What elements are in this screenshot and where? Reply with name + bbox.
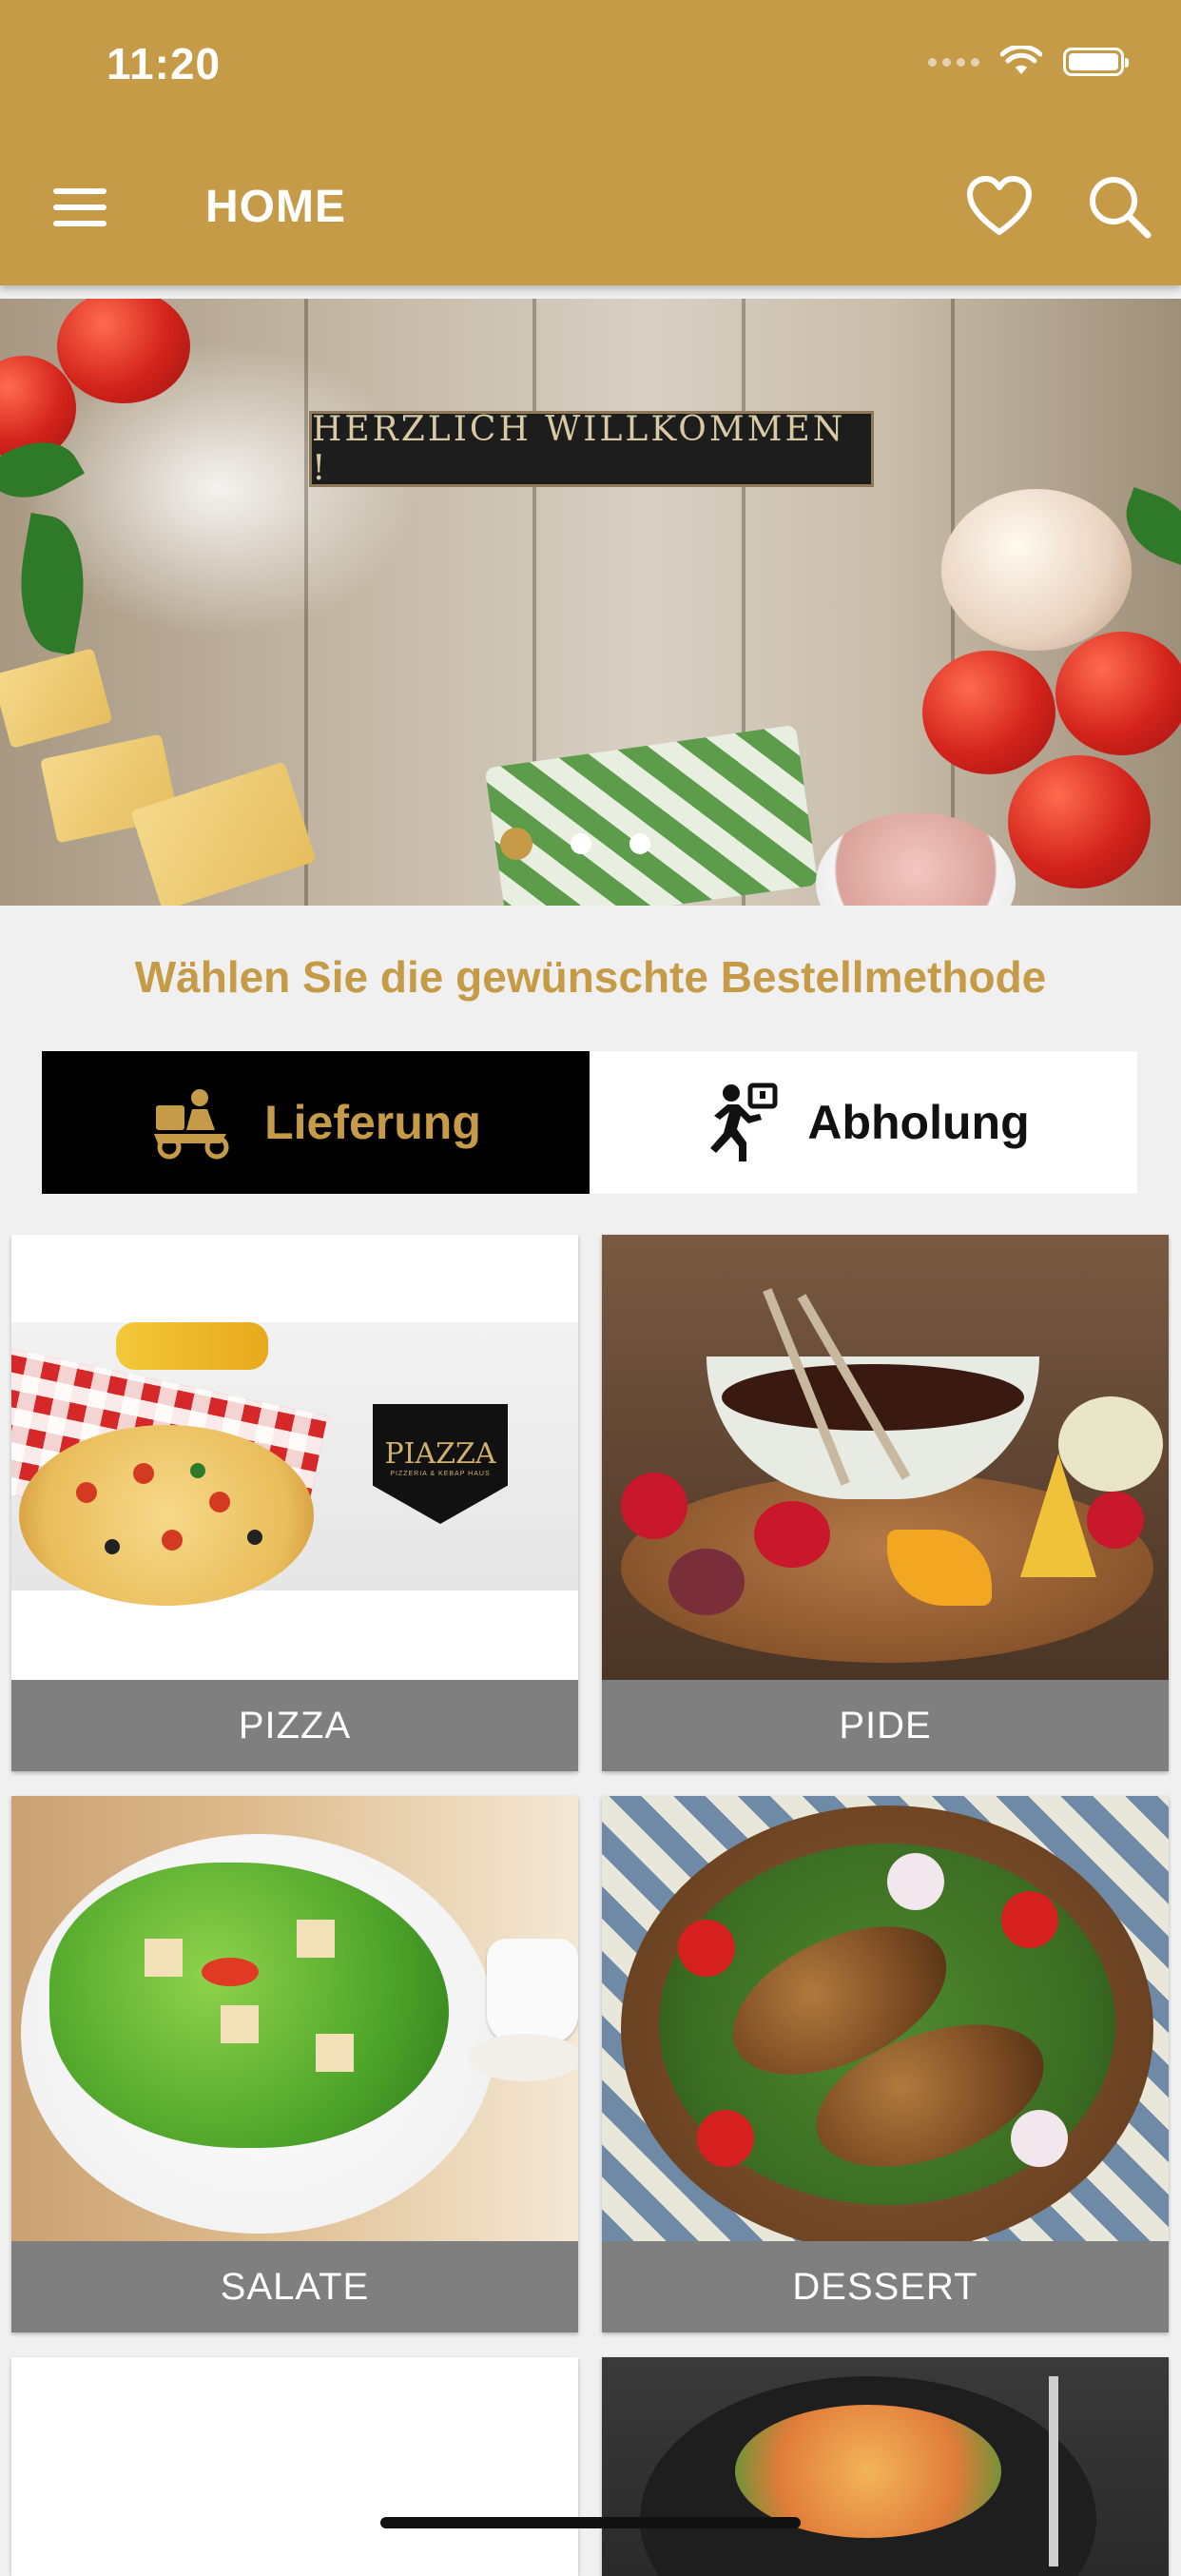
logo-text: PIAZZA [384, 1437, 496, 1471]
pasta-piece [0, 648, 113, 749]
radish [678, 1920, 735, 1977]
category-tile-salate[interactable]: SALATE [11, 1796, 578, 2332]
pickup-button[interactable]: Abholung [590, 1051, 1137, 1194]
tomato [57, 299, 190, 403]
category-tile-pizza[interactable]: PIAZZA PIZZERIA & KEBAP HAUS PIZZA [11, 1235, 578, 1771]
strawberry [621, 1473, 687, 1539]
welcome-banner[interactable]: HERZLICH WILLKOMMEN ! [0, 299, 1181, 906]
app-header: 11:20 HOME [0, 0, 1181, 285]
status-time: 11:20 [106, 39, 222, 88]
strawberry [1087, 1492, 1144, 1549]
favorites-heart-icon[interactable] [966, 175, 1033, 238]
category-label: DESSERT [602, 2241, 1169, 2332]
basil-leaf [8, 512, 97, 656]
cellular-signal-icon [928, 57, 979, 67]
garlic [941, 489, 1132, 651]
delivery-button[interactable]: Lieferung [42, 1051, 590, 1194]
dressing-jug [487, 1939, 578, 2043]
category-image-dessert [602, 1796, 1169, 2241]
menu-icon[interactable] [53, 188, 106, 226]
crouton [297, 1920, 335, 1958]
category-tile-dessert[interactable]: DESSERT [602, 1796, 1169, 2332]
carousel-dot[interactable] [571, 833, 591, 854]
category-image-next [11, 2357, 578, 2576]
delivery-label: Lieferung [264, 1096, 481, 1149]
delivery-scooter-icon [154, 1089, 229, 1160]
fork [1049, 2376, 1058, 2566]
tomato-slice [202, 1958, 259, 1986]
category-label: SALATE [11, 2241, 578, 2332]
category-image-salate [11, 1796, 578, 2241]
category-tile-next[interactable] [11, 2357, 578, 2576]
carousel-dots[interactable] [500, 828, 650, 860]
radish-slice [887, 1853, 944, 1910]
crouton [316, 2034, 354, 2072]
search-icon[interactable] [1086, 173, 1152, 240]
radish-slice [1011, 2110, 1068, 2167]
pickup-running-person-icon [710, 1083, 778, 1161]
tomato [922, 651, 1055, 774]
category-image-next [602, 2357, 1169, 2576]
battery-icon [1063, 48, 1129, 76]
home-indicator[interactable] [380, 2517, 801, 2528]
tomato [697, 2110, 754, 2167]
crouton [221, 2005, 259, 2043]
category-tile-pide[interactable]: PIDE [602, 1235, 1169, 1771]
welcome-sign: HERZLICH WILLKOMMEN ! [309, 410, 874, 488]
logo-subtitle: PIZZERIA & KEBAP HAUS [390, 1471, 491, 1477]
apple [1058, 1396, 1163, 1492]
wood-plank [304, 299, 308, 906]
salt-bowl [816, 812, 1016, 906]
pickup-label: Abholung [807, 1096, 1030, 1149]
carousel-dot[interactable] [629, 833, 650, 854]
category-tile-next[interactable] [602, 2357, 1169, 2576]
wifi-icon [1000, 46, 1042, 74]
oil-bottle [116, 1322, 268, 1370]
tomato [1055, 632, 1181, 755]
category-image-pizza: PIAZZA PIZZERIA & KEBAP HAUS [11, 1235, 578, 1680]
pizza [19, 1425, 314, 1606]
strawberry [754, 1501, 830, 1568]
page-title: HOME [205, 182, 346, 232]
status-icons [928, 46, 1129, 78]
crouton [145, 1939, 183, 1977]
carousel-dot[interactable] [500, 828, 532, 860]
saucer [468, 2034, 578, 2081]
category-image-pide [602, 1235, 1169, 1680]
category-label: PIZZA [11, 1680, 578, 1771]
order-method-prompt: Wählen Sie die gewünschte Bestellmethode [134, 952, 1047, 1002]
radish [1001, 1891, 1058, 1948]
fig [668, 1549, 745, 1615]
tomato [1008, 755, 1151, 888]
category-label: PIDE [602, 1680, 1169, 1771]
